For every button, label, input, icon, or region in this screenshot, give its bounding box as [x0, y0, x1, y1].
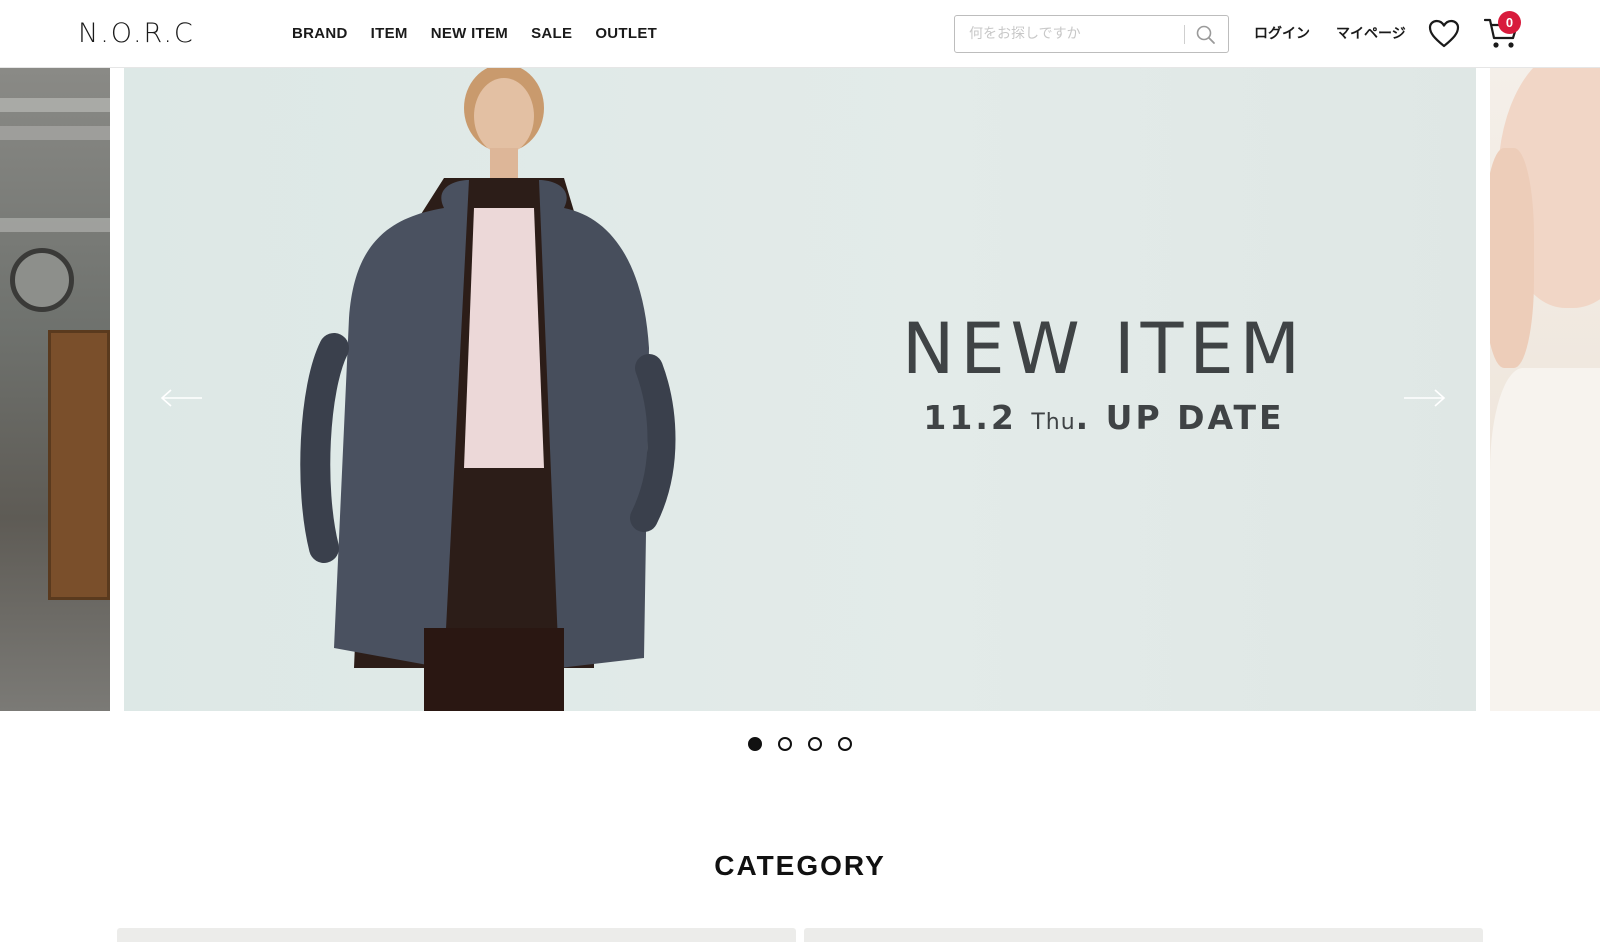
- search-box: [954, 15, 1229, 53]
- hero-day: Thu: [1031, 410, 1076, 435]
- hero-carousel: NEW ITEM 11.2 Thu. UP DATE: [0, 68, 1600, 711]
- mypage-link[interactable]: マイページ: [1336, 23, 1406, 43]
- nav-item[interactable]: ITEM: [371, 25, 408, 42]
- hero-date-line: 11.2 Thu. UP DATE: [854, 398, 1354, 437]
- login-link[interactable]: ログイン: [1254, 23, 1310, 43]
- carousel-pagination: [748, 737, 852, 751]
- model-photo: [300, 68, 676, 711]
- carousel-dot-2[interactable]: [778, 737, 792, 751]
- search-icon[interactable]: [1195, 24, 1217, 46]
- carousel-dot-3[interactable]: [808, 737, 822, 751]
- carousel-slide-active[interactable]: NEW ITEM 11.2 Thu. UP DATE: [124, 68, 1476, 711]
- carousel-slide-next[interactable]: [1490, 68, 1600, 711]
- nav-new-item[interactable]: NEW ITEM: [431, 25, 508, 42]
- carousel-dot-4[interactable]: [838, 737, 852, 751]
- main-nav: BRAND ITEM NEW ITEM SALE OUTLET: [292, 25, 680, 42]
- site-header: N.O.R.C BRAND ITEM NEW ITEM SALE OUTLET …: [0, 0, 1600, 68]
- arrow-right-icon[interactable]: [1402, 388, 1446, 408]
- hero-headline: NEW ITEM: [901, 308, 1307, 390]
- search-input[interactable]: [969, 24, 1179, 44]
- site-logo[interactable]: N.O.R.C: [78, 18, 195, 49]
- category-card-1[interactable]: [117, 928, 796, 942]
- nav-brand[interactable]: BRAND: [292, 25, 348, 42]
- carousel-dot-1[interactable]: [748, 737, 762, 751]
- search-divider: [1184, 25, 1185, 44]
- nav-outlet[interactable]: OUTLET: [595, 25, 657, 42]
- cart-count-badge: 0: [1498, 11, 1521, 34]
- nav-sale[interactable]: SALE: [531, 25, 572, 42]
- hero-date: 11.2: [923, 398, 1017, 437]
- carousel-slide-prev[interactable]: [0, 68, 110, 711]
- hero-update-text: . UP DATE: [1075, 398, 1285, 437]
- heart-icon[interactable]: [1428, 18, 1460, 50]
- category-card-2[interactable]: [804, 928, 1483, 942]
- category-heading: CATEGORY: [714, 850, 886, 881]
- arrow-left-icon[interactable]: [160, 388, 204, 408]
